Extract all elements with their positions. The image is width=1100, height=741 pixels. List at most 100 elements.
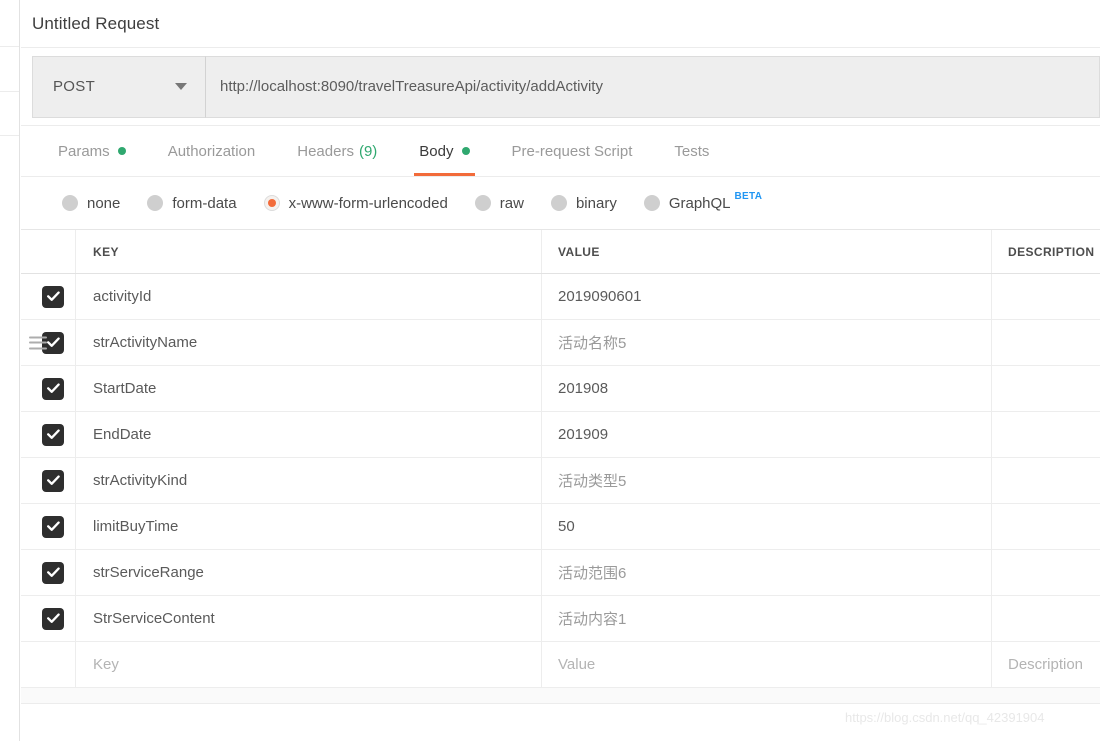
- row-value-cell[interactable]: 201909: [541, 412, 991, 457]
- urlencoded-params-table: KEY VALUE DESCRIPTION activityId 20190906…: [21, 229, 1100, 688]
- body-type-radio-x-www-form-urlencoded[interactable]: x-www-form-urlencoded: [263, 194, 448, 212]
- row-description-cell[interactable]: [991, 504, 1100, 549]
- row-description-cell[interactable]: [991, 550, 1100, 595]
- row-enabled-checkbox[interactable]: [42, 469, 64, 492]
- row-description-cell[interactable]: [991, 458, 1100, 503]
- new-entry-value-input[interactable]: Value: [541, 642, 991, 687]
- row-key-cell[interactable]: strActivityKind: [75, 458, 541, 503]
- body-type-radio-form-data[interactable]: form-data: [147, 194, 237, 212]
- row-key-text: limitBuyTime: [93, 518, 179, 535]
- body-type-label: x-www-form-urlencoded: [288, 194, 448, 212]
- table-header-description-cell: DESCRIPTION: [991, 230, 1100, 273]
- row-key-cell[interactable]: strServiceRange: [75, 550, 541, 595]
- radio-button-icon: [643, 195, 660, 211]
- url-input[interactable]: http://localhost:8090/travelTreasureApi/…: [206, 55, 1100, 118]
- chevron-down-icon: [175, 83, 187, 90]
- row-check-cell: [21, 458, 75, 503]
- row-key-text: activityId: [93, 288, 152, 305]
- row-key-cell[interactable]: StrServiceContent: [75, 596, 541, 641]
- table-row-new-entry[interactable]: Key Value Description: [21, 642, 1100, 688]
- row-check-cell: [21, 504, 75, 549]
- row-key-cell[interactable]: limitBuyTime: [75, 504, 541, 549]
- table-body: activityId 2019090601 strActivityName 活动名称5…: [21, 274, 1100, 688]
- new-entry-description-input[interactable]: Description: [991, 642, 1100, 687]
- new-entry-description-placeholder: Description: [1008, 656, 1084, 673]
- table-row[interactable]: activityId 2019090601: [21, 274, 1100, 320]
- table-row[interactable]: strServiceRange 活动范围6: [21, 550, 1100, 596]
- page-title: Untitled Request: [32, 13, 160, 33]
- row-key-text: strServiceRange: [93, 564, 204, 581]
- http-method-dropdown[interactable]: POST: [32, 55, 206, 118]
- row-key-cell[interactable]: StartDate: [75, 366, 541, 411]
- body-type-label: form-data: [172, 194, 237, 212]
- row-enabled-checkbox[interactable]: [42, 285, 64, 308]
- drag-handle-icon[interactable]: [29, 336, 47, 349]
- row-check-cell: [21, 412, 75, 457]
- row-key-text: StrServiceContent: [93, 610, 215, 627]
- row-value-text: 活动范围6: [558, 565, 627, 582]
- row-description-cell[interactable]: [991, 412, 1100, 457]
- row-value-cell[interactable]: 活动类型5: [541, 458, 991, 503]
- row-description-cell[interactable]: [991, 596, 1100, 641]
- table-row[interactable]: StartDate 201908: [21, 366, 1100, 412]
- column-header-description: DESCRIPTION: [1008, 244, 1095, 259]
- row-description-cell[interactable]: [991, 320, 1100, 365]
- row-value-text: 201908: [558, 380, 609, 397]
- tab-label: Tests: [674, 142, 710, 160]
- tab-body[interactable]: Body: [398, 126, 490, 176]
- body-type-label: none: [87, 194, 121, 212]
- left-sidebar-strip: [0, 0, 20, 741]
- table-row[interactable]: strActivityName 活动名称5: [21, 320, 1100, 366]
- row-value-text: 活动类型5: [558, 473, 627, 490]
- tab-authorization[interactable]: Authorization: [147, 126, 277, 176]
- row-key-cell[interactable]: EndDate: [75, 412, 541, 457]
- new-entry-key-placeholder: Key: [93, 656, 119, 673]
- row-value-cell[interactable]: 活动内容1: [541, 596, 991, 641]
- row-key-text: strActivityKind: [93, 472, 188, 489]
- column-header-key: KEY: [93, 244, 119, 259]
- table-row[interactable]: limitBuyTime 50: [21, 504, 1100, 550]
- tab-pre-request-script[interactable]: Pre-request Script: [491, 126, 654, 176]
- body-type-radio-graphql[interactable]: GraphQL BETA: [643, 191, 762, 212]
- row-description-cell[interactable]: [991, 366, 1100, 411]
- row-value-cell[interactable]: 活动范围6: [541, 550, 991, 595]
- row-enabled-checkbox[interactable]: [42, 515, 64, 538]
- sidebar-strip-row: [0, 47, 19, 92]
- row-value-text: 2019090601: [558, 288, 642, 305]
- row-description-cell[interactable]: [991, 274, 1100, 319]
- row-enabled-checkbox[interactable]: [42, 423, 64, 446]
- radio-button-icon: [147, 195, 164, 211]
- radio-button-icon: [263, 195, 280, 211]
- row-value-cell[interactable]: 201908: [541, 366, 991, 411]
- row-key-text: StartDate: [93, 380, 157, 397]
- tab-count-badge: (9): [358, 142, 378, 160]
- row-key-cell[interactable]: strActivityName: [75, 320, 541, 365]
- table-row[interactable]: EndDate 201909: [21, 412, 1100, 458]
- new-entry-key-input[interactable]: Key: [75, 642, 541, 687]
- table-row[interactable]: StrServiceContent 活动内容1: [21, 596, 1100, 642]
- table-header-row: KEY VALUE DESCRIPTION: [21, 230, 1100, 274]
- row-value-cell[interactable]: 50: [541, 504, 991, 549]
- row-value-cell[interactable]: 2019090601: [541, 274, 991, 319]
- row-check-cell: [21, 320, 75, 365]
- tab-params[interactable]: Params: [37, 126, 147, 176]
- postman-request-pane: Untitled Request POST http://localhost:8…: [0, 0, 1100, 741]
- row-enabled-checkbox[interactable]: [42, 561, 64, 584]
- tab-headers[interactable]: Headers (9): [276, 126, 398, 176]
- body-type-radio-binary[interactable]: binary: [550, 195, 617, 212]
- body-type-radio-none[interactable]: none: [62, 195, 120, 212]
- table-row[interactable]: strActivityKind 活动类型5: [21, 458, 1100, 504]
- row-enabled-checkbox[interactable]: [42, 377, 64, 400]
- tab-tests[interactable]: Tests: [653, 126, 730, 176]
- row-key-text: strActivityName: [93, 334, 198, 351]
- url-text: http://localhost:8090/travelTreasureApi/…: [220, 78, 603, 95]
- row-enabled-checkbox[interactable]: [42, 607, 64, 630]
- row-key-cell[interactable]: activityId: [75, 274, 541, 319]
- new-entry-value-placeholder: Value: [558, 656, 596, 673]
- new-entry-check-cell: [21, 642, 75, 687]
- radio-button-icon: [550, 195, 567, 211]
- body-type-radio-raw[interactable]: raw: [474, 195, 524, 212]
- tab-label: Pre-request Script: [511, 142, 633, 160]
- row-value-cell[interactable]: 活动名称5: [541, 320, 991, 365]
- row-check-cell: [21, 596, 75, 641]
